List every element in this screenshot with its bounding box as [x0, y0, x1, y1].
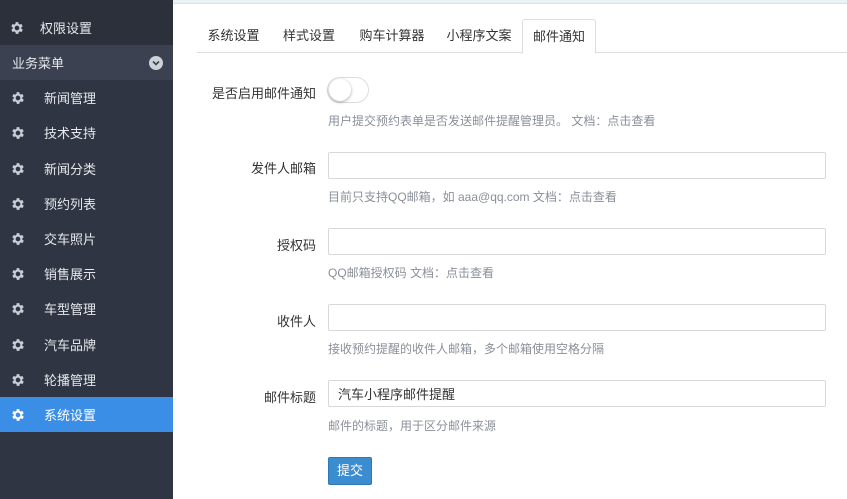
recipients-label: 收件人	[276, 314, 316, 329]
gear-icon	[11, 21, 23, 34]
sidebar-item-permissions[interactable]: 权限设置	[0, 10, 173, 45]
top-notice-bar	[173, 0, 847, 4]
email-subject-label: 邮件标题	[263, 390, 316, 405]
enable-email-toggle[interactable]	[327, 77, 369, 103]
tab-miniprogram-copy[interactable]: 小程序文案	[437, 19, 521, 53]
gear-icon	[12, 408, 24, 421]
gear-icon	[12, 126, 24, 139]
sidebar-item-label: 系统设置	[44, 408, 97, 423]
sidebar-item-model-management[interactable]: 车型管理	[0, 291, 173, 326]
sidebar-group-business-menu[interactable]: 业务菜单	[0, 45, 173, 80]
gear-icon	[12, 91, 24, 104]
sidebar-item-label: 新闻分类	[44, 162, 97, 177]
sidebar-item-appointments[interactable]: 预约列表	[0, 186, 173, 221]
enable-email-help: 用户提交预约表单是否发送邮件提醒管理员。 文档：点击查看	[328, 114, 656, 128]
sidebar-item-sales-showcase[interactable]: 销售展示	[0, 256, 173, 291]
sidebar-item-news-management[interactable]: 新闻管理	[0, 80, 173, 115]
tab-email-notification[interactable]: 邮件通知	[522, 19, 596, 54]
sidebar-item-label: 预约列表	[44, 197, 97, 212]
toggle-knob	[329, 79, 351, 101]
sidebar-item-label: 权限设置	[40, 21, 93, 36]
tab-system-settings[interactable]: 系统设置	[197, 19, 270, 53]
tab-style-settings[interactable]: 样式设置	[273, 19, 345, 53]
sidebar-item-label: 新闻管理	[44, 91, 97, 106]
email-subject-field[interactable]	[328, 380, 826, 407]
gear-icon	[12, 162, 24, 175]
sidebar-item-delivery-photos[interactable]: 交车照片	[0, 221, 173, 256]
sidebar: 权限设置 业务菜单 新闻管理 技术支持 新闻分类 预约列表 交车照片 销售展示 …	[0, 0, 173, 499]
settings-tabs: 系统设置 样式设置 购车计算器 小程序文案 邮件通知	[197, 19, 847, 54]
tab-car-calculator[interactable]: 购车计算器	[349, 19, 435, 53]
sidebar-item-news-category[interactable]: 新闻分类	[0, 151, 173, 186]
sidebar-item-label: 交车照片	[44, 232, 97, 247]
auth-code-help: QQ邮箱授权码 文档：点击查看	[328, 266, 495, 280]
email-subject-help: 邮件的标题，用于区分邮件来源	[328, 419, 497, 433]
gear-icon	[12, 197, 24, 210]
auth-code-label: 授权码	[276, 238, 316, 253]
sender-email-help: 目前只支持QQ邮箱，如 aaa@qq.com 文档：点击查看	[328, 190, 617, 204]
gear-icon	[12, 267, 24, 280]
sidebar-item-label: 轮播管理	[44, 373, 97, 388]
sidebar-group-label: 业务菜单	[12, 56, 65, 71]
sidebar-item-label: 销售展示	[44, 267, 97, 282]
sender-email-label: 发件人邮箱	[250, 161, 316, 176]
sidebar-item-carousel[interactable]: 轮播管理	[0, 362, 173, 397]
gear-icon	[12, 338, 24, 351]
gear-icon	[12, 373, 24, 386]
sidebar-item-car-brands[interactable]: 汽车品牌	[0, 327, 173, 362]
sidebar-item-system-settings[interactable]: 系统设置	[0, 397, 173, 432]
submit-button[interactable]: 提交	[328, 457, 372, 485]
auth-code-field[interactable]	[328, 228, 826, 255]
recipients-help: 接收预约提醒的收件人邮箱，多个邮箱使用空格分隔	[328, 342, 605, 356]
recipients-field[interactable]	[328, 304, 826, 331]
enable-email-label: 是否启用邮件通知	[211, 86, 316, 101]
gear-icon	[12, 302, 24, 315]
sidebar-item-tech-support[interactable]: 技术支持	[0, 115, 173, 150]
sidebar-item-label: 车型管理	[44, 302, 97, 317]
gear-icon	[12, 232, 24, 245]
sender-email-field[interactable]	[328, 152, 826, 179]
chevron-down-icon	[149, 55, 163, 70]
sidebar-item-label: 汽车品牌	[44, 338, 97, 353]
sidebar-item-label: 技术支持	[44, 126, 97, 141]
